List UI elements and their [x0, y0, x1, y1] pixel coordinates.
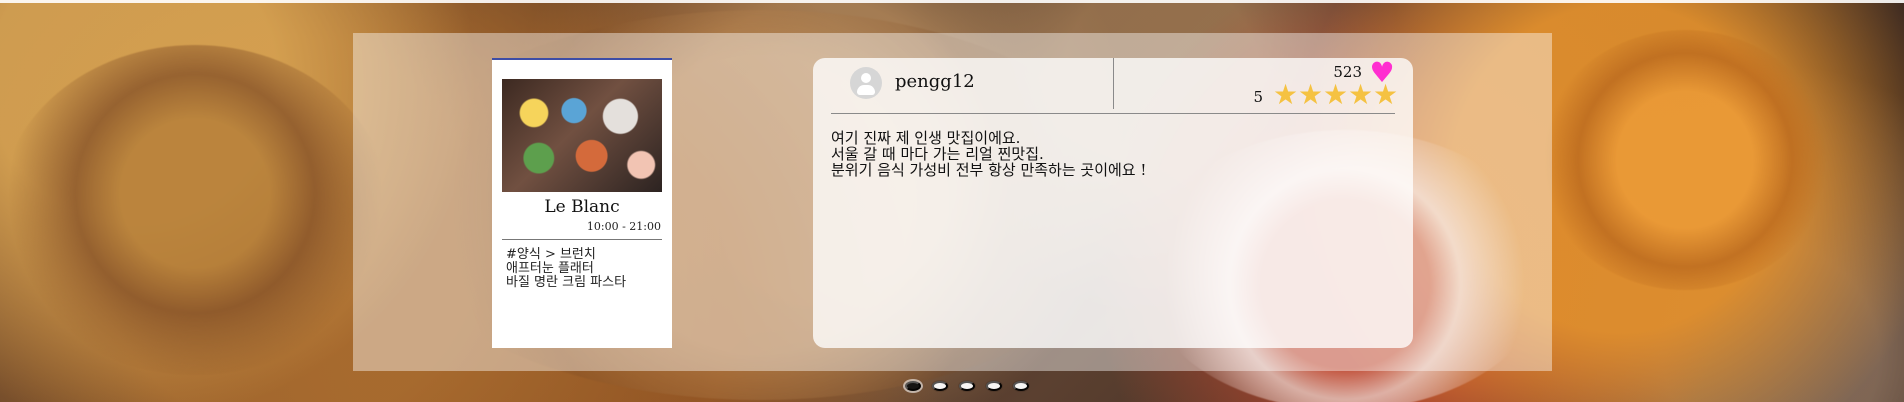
review-header-divider	[1113, 58, 1114, 109]
background-food-bread	[0, 45, 390, 375]
carousel-dot-4[interactable]	[986, 381, 1002, 391]
restaurant-name: Le Blanc	[544, 197, 620, 217]
restaurant-card[interactable]: Le Blanc 10:00 - 21:00 #양식 > 브런치 애프터눈 플래…	[492, 58, 672, 348]
restaurant-divider	[502, 239, 662, 240]
user-avatar-icon	[850, 67, 882, 99]
background-food-pumpkin	[1540, 30, 1830, 290]
review-text-line-1: 여기 진짜 제 인생 맛집이에요.	[831, 129, 1021, 147]
review-card: pengg12 523 ♥ 5 ★ ★ ★ ★ ★ 여기 진짜 제 인생 맛집이…	[813, 58, 1413, 348]
carousel-dot-3[interactable]	[959, 381, 975, 391]
restaurant-hours: 10:00 - 21:00	[586, 220, 661, 233]
carousel-dot-5[interactable]	[1013, 381, 1029, 391]
carousel-dot-1[interactable]	[905, 381, 921, 391]
star-icon: ★	[1273, 78, 1299, 111]
carousel-dot-2[interactable]	[932, 381, 948, 391]
restaurant-tag-menu-1: 애프터눈 플래터	[506, 261, 594, 276]
review-text: 여기 진짜 제 인생 맛집이에요. 서울 갈 때 마다 가는 리얼 찐맛집. 분…	[831, 130, 1371, 178]
restaurant-tag-category: #양식 > 브런치	[506, 247, 596, 262]
restaurant-photo	[502, 79, 662, 192]
restaurant-tag-menu-2: 바질 명란 크림 파스타	[506, 275, 627, 290]
food-review-carousel: Le Blanc 10:00 - 21:00 #양식 > 브런치 애프터눈 플래…	[0, 0, 1904, 402]
rating-number: 5	[1253, 88, 1263, 106]
top-white-line	[0, 0, 1904, 3]
review-text-line-3: 분위기 음식 가성비 전부 항상 만족하는 곳이에요 !	[831, 161, 1147, 179]
star-icon: ★	[1323, 78, 1349, 111]
review-header-bottom-divider	[831, 113, 1395, 114]
review-username[interactable]: pengg12	[895, 71, 975, 92]
restaurant-tags: #양식 > 브런치 애프터눈 플래터 바질 명란 크림 파스타	[506, 248, 662, 290]
star-icon: ★	[1373, 78, 1399, 111]
review-text-line-2: 서울 갈 때 마다 가는 리얼 찐맛집.	[831, 145, 1044, 163]
star-rating: ★ ★ ★ ★ ★	[1273, 78, 1399, 111]
star-icon: ★	[1298, 78, 1324, 111]
star-icon: ★	[1348, 78, 1374, 111]
carousel-pagination	[905, 381, 1029, 391]
